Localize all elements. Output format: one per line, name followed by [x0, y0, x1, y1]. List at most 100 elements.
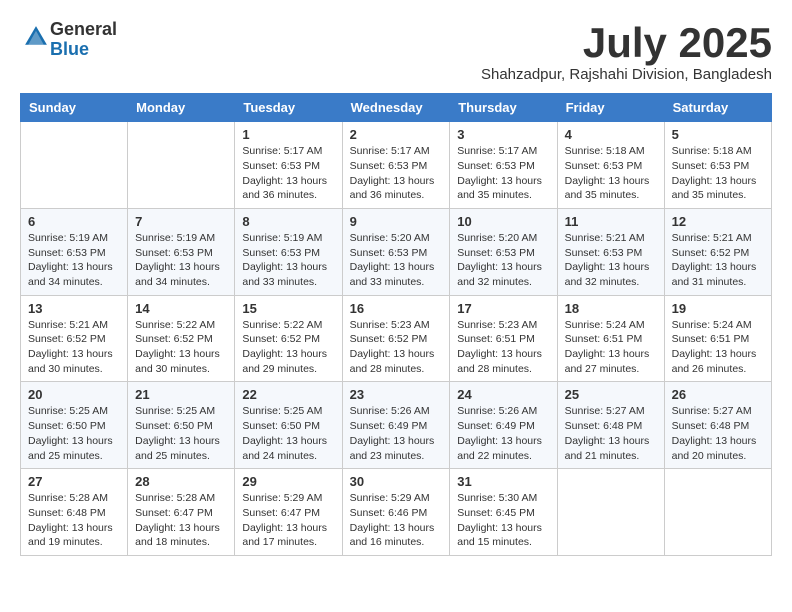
calendar-day-cell: 29 Sunrise: 5:29 AMSunset: 6:47 PMDayligh… — [235, 469, 342, 556]
weekday-header-thursday: Thursday — [450, 94, 557, 122]
calendar-week-row: 6Sunrise: 5:19 AMSunset: 6:53 PMDaylight… — [21, 208, 772, 295]
weekday-header-row: SundayMondayTuesdayWednesdayThursdayFrid… — [21, 94, 772, 122]
calendar-day-cell: 7Sunrise: 5:19 AMSunset: 6:53 PMDaylight… — [128, 208, 235, 295]
day-number: 20 — [28, 387, 120, 402]
calendar-day-cell: 28 Sunrise: 5:28 AMSunset: 6:47 PMDayligh… — [128, 469, 235, 556]
weekday-header-monday: Monday — [128, 94, 235, 122]
calendar-day-cell: 8 Sunrise: 5:19 AMSunset: 6:53 PMDaylight… — [235, 208, 342, 295]
day-number: 23 — [350, 387, 443, 402]
calendar-day-cell: 23 Sunrise: 5:26 AMSunset: 6:49 PMDayligh… — [342, 382, 450, 469]
day-number: 2 — [350, 127, 443, 142]
logo: General Blue — [20, 20, 117, 60]
calendar-day-cell: 30 Sunrise: 5:29 AMSunset: 6:46 PMDayligh… — [342, 469, 450, 556]
day-number: 15 — [242, 301, 334, 316]
day-number: 9 — [350, 214, 443, 229]
calendar-day-cell: 17 Sunrise: 5:23 AMSunset: 6:51 PMDayligh… — [450, 295, 557, 382]
logo-text: General Blue — [50, 20, 117, 60]
day-info: Sunrise: 5:20 AMSunset: 6:53 PMDaylight:… — [457, 231, 549, 290]
calendar-day-cell: 13Sunrise: 5:21 AMSunset: 6:52 PMDayligh… — [21, 295, 128, 382]
day-number: 1 — [242, 127, 334, 142]
calendar-week-row: 20 Sunrise: 5:25 AMSunset: 6:50 PMDayligh… — [21, 382, 772, 469]
day-number: 29 — [242, 474, 334, 489]
calendar-day-cell: 5 Sunrise: 5:18 AMSunset: 6:53 PMDaylight… — [664, 122, 771, 209]
calendar-day-cell: 10 Sunrise: 5:20 AMSunset: 6:53 PMDayligh… — [450, 208, 557, 295]
day-info: Sunrise: 5:26 AMSunset: 6:49 PMDaylight:… — [350, 404, 443, 463]
day-info: Sunrise: 5:23 AMSunset: 6:51 PMDaylight:… — [457, 318, 549, 377]
calendar-day-cell: 6Sunrise: 5:19 AMSunset: 6:53 PMDaylight… — [21, 208, 128, 295]
calendar-day-cell — [21, 122, 128, 209]
weekday-header-tuesday: Tuesday — [235, 94, 342, 122]
day-info: Sunrise: 5:29 AMSunset: 6:46 PMDaylight:… — [350, 491, 443, 550]
day-info: Sunrise: 5:25 AMSunset: 6:50 PMDaylight:… — [135, 404, 227, 463]
day-info: Sunrise: 5:19 AMSunset: 6:53 PMDaylight:… — [242, 231, 334, 290]
day-number: 22 — [242, 387, 334, 402]
day-info: Sunrise: 5:30 AMSunset: 6:45 PMDaylight:… — [457, 491, 549, 550]
day-info: Sunrise: 5:26 AMSunset: 6:49 PMDaylight:… — [457, 404, 549, 463]
day-number: 14 — [135, 301, 227, 316]
day-number: 16 — [350, 301, 443, 316]
day-info: Sunrise: 5:23 AMSunset: 6:52 PMDaylight:… — [350, 318, 443, 377]
day-info: Sunrise: 5:27 AMSunset: 6:48 PMDaylight:… — [672, 404, 764, 463]
logo-blue: Blue — [50, 39, 89, 59]
calendar-day-cell: 4 Sunrise: 5:18 AMSunset: 6:53 PMDaylight… — [557, 122, 664, 209]
weekday-header-friday: Friday — [557, 94, 664, 122]
calendar-day-cell — [557, 469, 664, 556]
calendar-day-cell — [128, 122, 235, 209]
day-number: 27 — [28, 474, 120, 489]
calendar-day-cell — [664, 469, 771, 556]
calendar-day-cell: 12 Sunrise: 5:21 AMSunset: 6:52 PMDayligh… — [664, 208, 771, 295]
calendar-day-cell: 16 Sunrise: 5:23 AMSunset: 6:52 PMDayligh… — [342, 295, 450, 382]
calendar-day-cell: 26 Sunrise: 5:27 AMSunset: 6:48 PMDayligh… — [664, 382, 771, 469]
day-number: 25 — [565, 387, 657, 402]
month-title: July 2025 — [481, 20, 772, 66]
location-title: Shahzadpur, Rajshahi Division, Banglades… — [481, 66, 772, 83]
calendar-day-cell: 11 Sunrise: 5:21 AMSunset: 6:53 PMDayligh… — [557, 208, 664, 295]
calendar-week-row: 13Sunrise: 5:21 AMSunset: 6:52 PMDayligh… — [21, 295, 772, 382]
calendar-day-cell: 19Sunrise: 5:24 AMSunset: 6:51 PMDayligh… — [664, 295, 771, 382]
day-number: 3 — [457, 127, 549, 142]
day-number: 31 — [457, 474, 549, 489]
day-number: 28 — [135, 474, 227, 489]
day-info: Sunrise: 5:22 AMSunset: 6:52 PMDaylight:… — [135, 318, 227, 377]
logo-general: General — [50, 19, 117, 39]
calendar-day-cell: 1 Sunrise: 5:17 AMSunset: 6:53 PMDaylight… — [235, 122, 342, 209]
day-info: Sunrise: 5:18 AMSunset: 6:53 PMDaylight:… — [565, 144, 657, 203]
day-number: 7 — [135, 214, 227, 229]
calendar-day-cell: 31 Sunrise: 5:30 AMSunset: 6:45 PMDayligh… — [450, 469, 557, 556]
weekday-header-saturday: Saturday — [664, 94, 771, 122]
day-number: 18 — [565, 301, 657, 316]
day-number: 5 — [672, 127, 764, 142]
day-number: 10 — [457, 214, 549, 229]
calendar-day-cell: 18Sunrise: 5:24 AMSunset: 6:51 PMDayligh… — [557, 295, 664, 382]
day-number: 8 — [242, 214, 334, 229]
day-info: Sunrise: 5:21 AMSunset: 6:53 PMDaylight:… — [565, 231, 657, 290]
day-number: 4 — [565, 127, 657, 142]
title-block: July 2025 Shahzadpur, Rajshahi Division,… — [481, 20, 772, 83]
weekday-header-wednesday: Wednesday — [342, 94, 450, 122]
day-info: Sunrise: 5:29 AMSunset: 6:47 PMDaylight:… — [242, 491, 334, 550]
day-number: 30 — [350, 474, 443, 489]
day-info: Sunrise: 5:21 AMSunset: 6:52 PMDaylight:… — [672, 231, 764, 290]
calendar-day-cell: 24 Sunrise: 5:26 AMSunset: 6:49 PMDayligh… — [450, 382, 557, 469]
day-number: 24 — [457, 387, 549, 402]
calendar-day-cell: 21 Sunrise: 5:25 AMSunset: 6:50 PMDayligh… — [128, 382, 235, 469]
logo-icon — [22, 23, 50, 51]
day-number: 21 — [135, 387, 227, 402]
page-header: General Blue July 2025 Shahzadpur, Rajsh… — [20, 20, 772, 83]
day-info: Sunrise: 5:18 AMSunset: 6:53 PMDaylight:… — [672, 144, 764, 203]
day-info: Sunrise: 5:27 AMSunset: 6:48 PMDaylight:… — [565, 404, 657, 463]
calendar-day-cell: 9 Sunrise: 5:20 AMSunset: 6:53 PMDaylight… — [342, 208, 450, 295]
day-info: Sunrise: 5:17 AMSunset: 6:53 PMDaylight:… — [242, 144, 334, 203]
calendar-day-cell: 20Sunrise: 5:25 AMSunset: 6:50 PMDayligh… — [21, 382, 128, 469]
day-number: 12 — [672, 214, 764, 229]
calendar-day-cell: 14 Sunrise: 5:22 AMSunset: 6:52 PMDayligh… — [128, 295, 235, 382]
day-info: Sunrise: 5:19 AMSunset: 6:53 PMDaylight:… — [28, 231, 120, 290]
calendar-table: SundayMondayTuesdayWednesdayThursdayFrid… — [20, 93, 772, 556]
day-number: 11 — [565, 214, 657, 229]
day-info: Sunrise: 5:21 AMSunset: 6:52 PMDaylight:… — [28, 318, 120, 377]
day-info: Sunrise: 5:28 AMSunset: 6:47 PMDaylight:… — [135, 491, 227, 550]
day-number: 17 — [457, 301, 549, 316]
day-number: 26 — [672, 387, 764, 402]
day-info: Sunrise: 5:20 AMSunset: 6:53 PMDaylight:… — [350, 231, 443, 290]
calendar-week-row: 27Sunrise: 5:28 AMSunset: 6:48 PMDayligh… — [21, 469, 772, 556]
